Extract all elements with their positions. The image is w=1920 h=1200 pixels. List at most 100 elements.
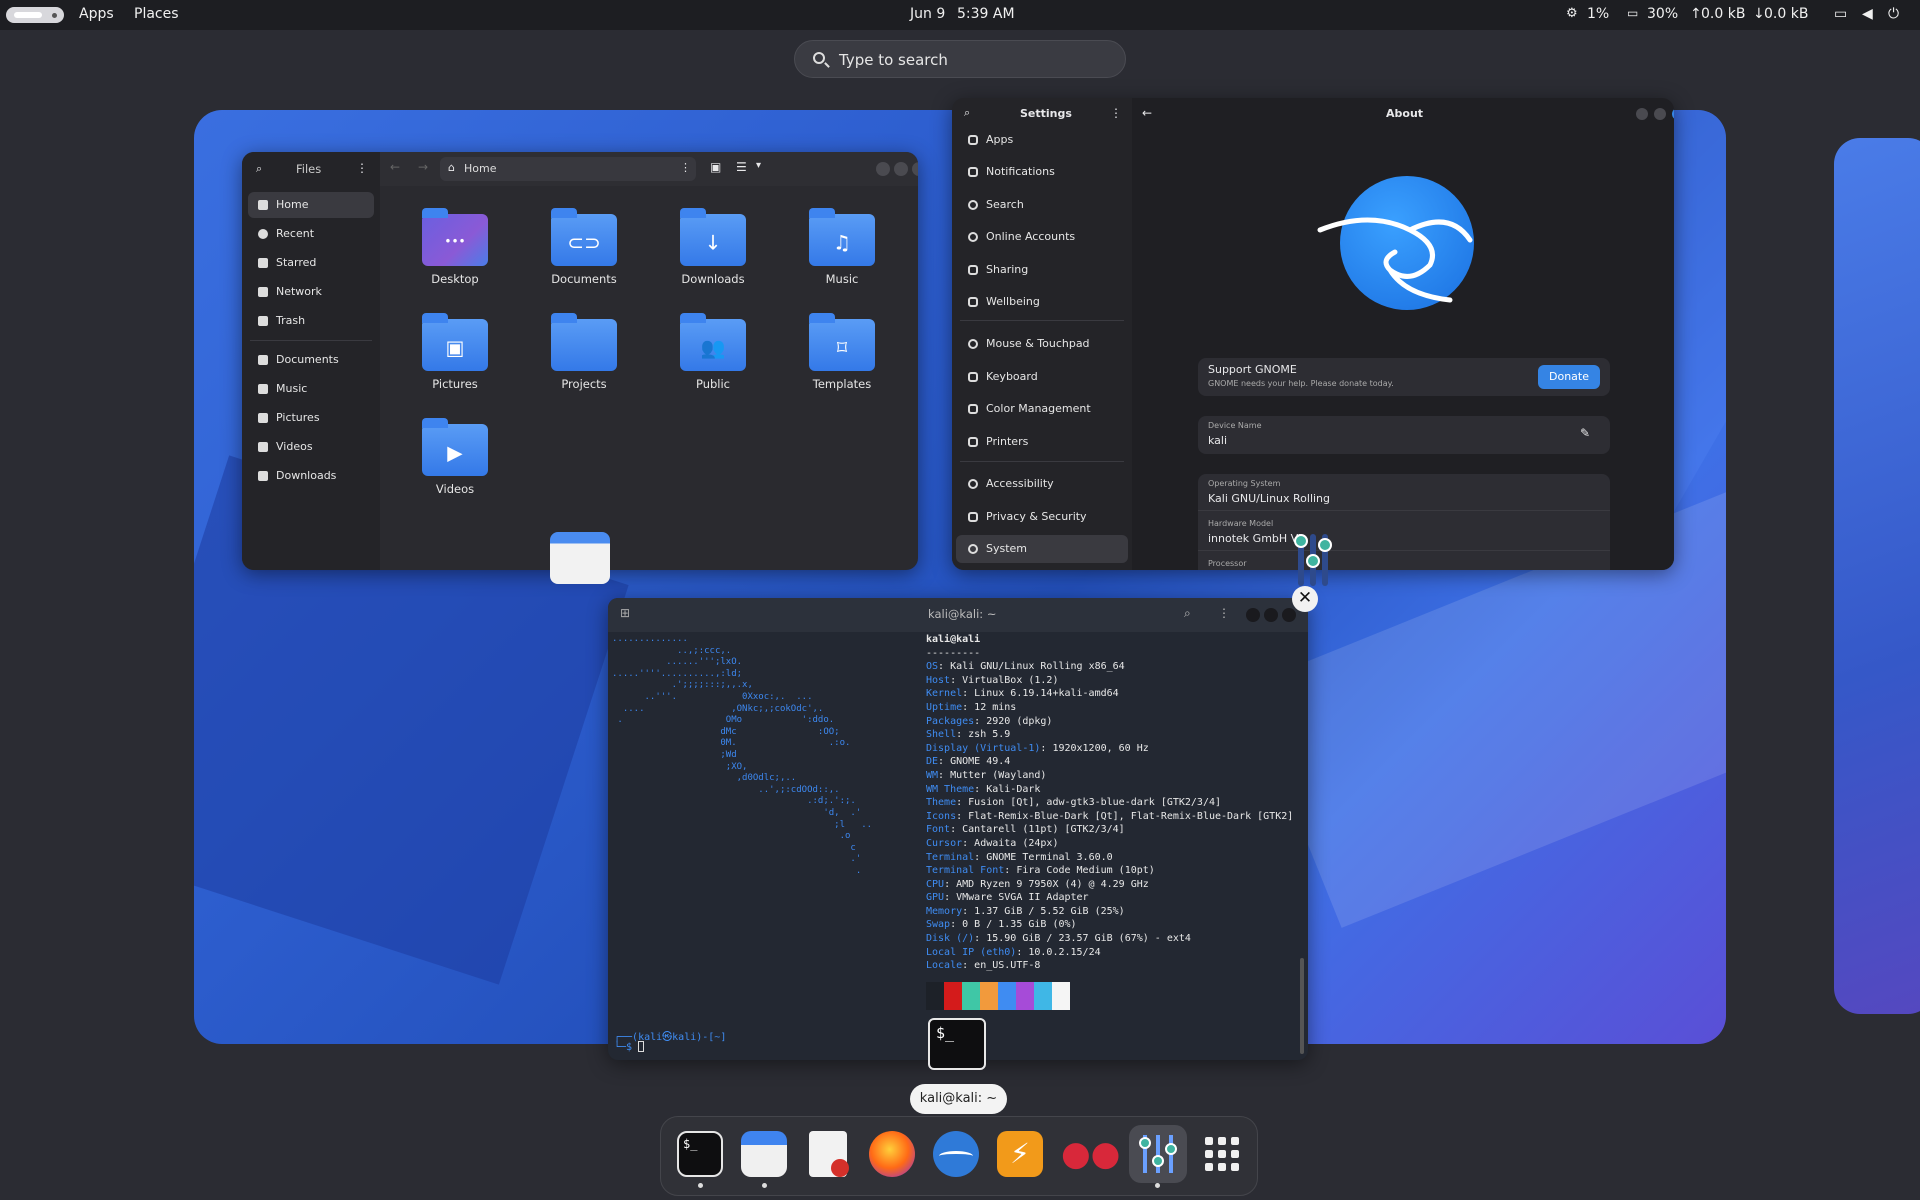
maximize-button[interactable] xyxy=(1654,108,1666,120)
burp-icon[interactable]: ⚡ xyxy=(997,1131,1043,1177)
view-list-icon[interactable]: ☰ xyxy=(736,160,747,174)
sidebar-item-starred[interactable]: Starred xyxy=(248,250,374,276)
folder-music[interactable]: ♫ Music xyxy=(787,208,897,286)
printer-icon xyxy=(968,437,978,447)
prompt-input-line[interactable]: └─$ xyxy=(614,1041,645,1053)
tweaks-app-icon[interactable] xyxy=(1294,532,1334,588)
files-icon[interactable] xyxy=(741,1131,787,1177)
cherrytree-icon[interactable]: ●● xyxy=(1061,1131,1120,1177)
info-value: 1920x1200, 60 Hz xyxy=(1052,742,1149,754)
folder-projects[interactable]: Projects xyxy=(529,313,639,391)
folder-icon: ⊂⊃ xyxy=(551,208,617,266)
folder-templates[interactable]: ⌑ Templates xyxy=(787,313,897,391)
back-icon[interactable]: ← xyxy=(1142,106,1152,120)
places-menu[interactable]: Places xyxy=(134,6,179,22)
search-icon[interactable]: ⌕ xyxy=(1184,606,1191,621)
upload-rate[interactable]: 0.0 kB xyxy=(1701,6,1745,22)
folder-documents[interactable]: ⊂⊃ Documents xyxy=(529,208,639,286)
info-line: Cursor: Adwaita (24px) xyxy=(926,837,1059,849)
settings-item-search[interactable]: Search xyxy=(956,191,1128,219)
palette-swatch xyxy=(1052,981,1070,1010)
apps-menu[interactable]: Apps xyxy=(79,6,114,22)
folder-pictures[interactable]: ▣ Pictures xyxy=(400,313,510,391)
menu-icon[interactable]: ⋮ xyxy=(1218,606,1230,620)
clock-date[interactable]: Jun 9 xyxy=(910,6,945,22)
forward-icon[interactable]: → xyxy=(418,160,428,174)
tweaks-icon[interactable] xyxy=(1129,1125,1187,1183)
sidebar-item-trash[interactable]: Trash xyxy=(248,308,374,334)
files-app-icon[interactable] xyxy=(550,532,610,584)
folder-videos[interactable]: ▶ Videos xyxy=(400,418,510,496)
workspace-indicator[interactable] xyxy=(6,7,64,23)
chevron-down-icon[interactable]: ▾ xyxy=(756,160,761,171)
menu-icon[interactable]: ⋮ xyxy=(356,161,368,175)
firefox-icon[interactable] xyxy=(869,1131,915,1177)
sidebar-item-documents[interactable]: Documents xyxy=(248,347,374,373)
minimize-button[interactable] xyxy=(1636,108,1648,120)
menu-icon[interactable]: ⋮ xyxy=(1110,106,1122,120)
cpu-usage[interactable]: 1% xyxy=(1587,6,1609,22)
settings-item-system[interactable]: System xyxy=(956,535,1128,563)
settings-item-online-accounts[interactable]: Online Accounts xyxy=(956,223,1128,251)
settings-item-notifications[interactable]: Notifications xyxy=(956,158,1128,186)
minimize-button[interactable] xyxy=(1246,608,1260,622)
sidebar-item-videos[interactable]: Videos xyxy=(248,434,374,460)
settings-item-accessibility[interactable]: Accessibility xyxy=(956,470,1128,498)
download-rate[interactable]: 0.0 kB xyxy=(1764,6,1808,22)
device-name-row[interactable]: Device Name kali ✎ xyxy=(1198,416,1610,454)
maximize-button[interactable] xyxy=(894,162,908,176)
search-icon[interactable]: ⌕ xyxy=(964,106,970,120)
new-tab-icon[interactable]: ⊞ xyxy=(620,606,630,620)
scrollbar[interactable] xyxy=(1300,958,1304,1054)
folder-downloads[interactable]: ↓ Downloads xyxy=(658,208,768,286)
close-icon[interactable]: ✕ xyxy=(1292,586,1318,612)
sidebar-item-downloads[interactable]: Downloads xyxy=(248,463,374,489)
ascii-line: ..',;:cdOOd::,. xyxy=(612,784,840,795)
settings-item-privacy[interactable]: Privacy & Security xyxy=(956,503,1128,531)
sidebar-item-home[interactable]: Home xyxy=(248,192,374,218)
settings-item-color[interactable]: Color Management xyxy=(956,395,1128,423)
screen-icon[interactable]: ▭ xyxy=(1834,6,1847,22)
sidebar-item-music[interactable]: Music xyxy=(248,376,374,402)
settings-item-mouse[interactable]: Mouse & Touchpad xyxy=(956,330,1128,358)
sidebar-item-recent[interactable]: Recent xyxy=(248,221,374,247)
terminal-app-icon[interactable]: $_ xyxy=(928,1018,986,1070)
new-folder-icon[interactable]: ▣ xyxy=(710,160,721,174)
volume-icon[interactable]: ◀ xyxy=(1862,6,1873,22)
settings-item-keyboard[interactable]: Keyboard xyxy=(956,363,1128,391)
back-icon[interactable]: ← xyxy=(390,160,400,174)
app-grid-icon[interactable] xyxy=(1199,1131,1245,1177)
settings-item-sharing[interactable]: Sharing xyxy=(956,256,1128,284)
close-button[interactable] xyxy=(912,162,918,176)
folder-public[interactable]: 👥 Public xyxy=(658,313,768,391)
close-button[interactable] xyxy=(1672,108,1674,120)
search-input[interactable]: Type to search xyxy=(794,40,1126,78)
power-icon[interactable]: ⏻ xyxy=(1888,6,1899,22)
menu-icon[interactable]: ⋮ xyxy=(680,161,691,174)
wireshark-icon[interactable] xyxy=(933,1131,979,1177)
mouse-icon xyxy=(968,339,978,349)
settings-item-wellbeing[interactable]: Wellbeing xyxy=(956,288,1128,316)
search-icon[interactable]: ⌕ xyxy=(256,162,262,176)
terminal-window[interactable]: ⊞ kali@kali: ~ ⌕ ⋮ .............. ..,;:c… xyxy=(608,598,1308,1060)
ascii-line: .... ,ONkc;,;cokOdc',. xyxy=(612,703,824,714)
workspace-thumbnail-next[interactable] xyxy=(1834,138,1920,1014)
path-bar[interactable]: ⌂ Home ⋮ xyxy=(440,157,696,181)
memory-usage[interactable]: 30% xyxy=(1647,6,1678,22)
folder-desktop[interactable]: ••• Desktop xyxy=(400,208,510,286)
donate-button[interactable]: Donate xyxy=(1538,365,1600,389)
settings-item-printers[interactable]: Printers xyxy=(956,428,1128,456)
sidebar-item-network[interactable]: Network xyxy=(248,279,374,305)
edit-icon[interactable]: ✎ xyxy=(1580,426,1590,440)
files-window[interactable]: ⌕ Files ⋮ Home Recent Starred Network Tr… xyxy=(242,152,918,570)
info-line: DE: GNOME 49.4 xyxy=(926,756,1011,768)
clock-time[interactable]: 5:39 AM xyxy=(957,6,1015,22)
close-button[interactable] xyxy=(1282,608,1296,622)
maximize-button[interactable] xyxy=(1264,608,1278,622)
terminal-icon[interactable]: $_ xyxy=(677,1131,723,1177)
minimize-button[interactable] xyxy=(876,162,890,176)
wave-icon xyxy=(939,1151,973,1161)
settings-item-apps[interactable]: Apps xyxy=(956,126,1128,154)
text-editor-icon[interactable] xyxy=(809,1131,849,1177)
sidebar-item-pictures[interactable]: Pictures xyxy=(248,405,374,431)
